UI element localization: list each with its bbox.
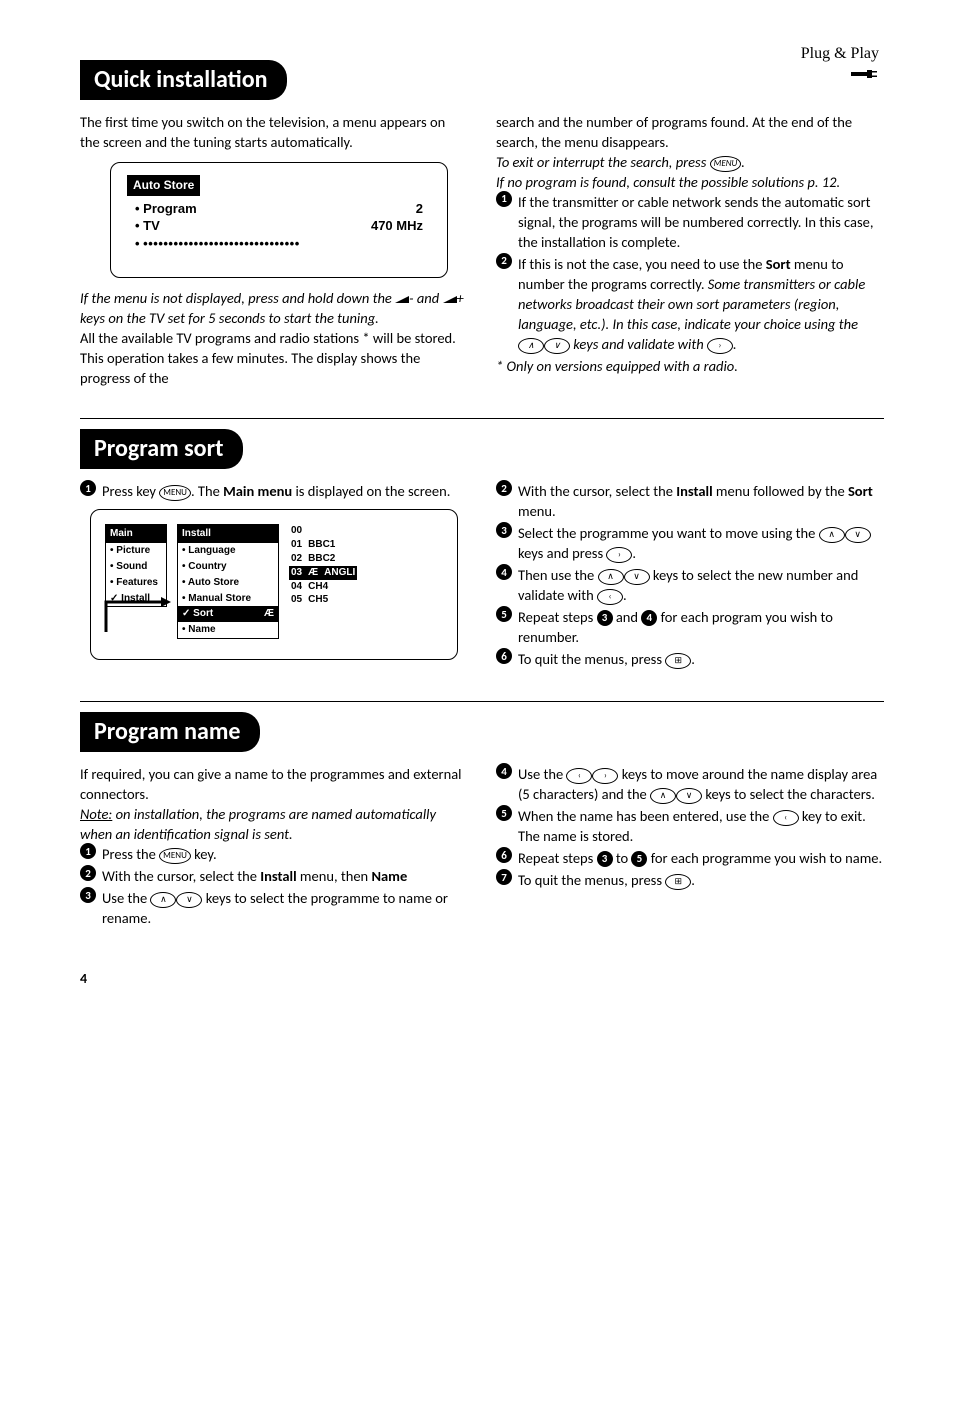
step-5-badge: 5 — [496, 606, 512, 622]
step-3-ref-badge: 3 — [597, 851, 613, 867]
pn-step-2: 2 With the cursor, select the Install me… — [80, 866, 468, 886]
step-2-badge: 2 — [496, 253, 512, 269]
qi-intro: The first time you switch on the televis… — [80, 112, 468, 152]
auto-store-progress-dots: • ••••••••••••••••••••••••••••••• — [135, 235, 423, 253]
auto-store-row-program: • Program 2 — [135, 200, 423, 218]
vol-plus-icon — [443, 296, 457, 303]
pn-step-7: 7 To quit the menus, press ⊞. — [496, 870, 884, 890]
down-key-icon: ∨ — [544, 338, 570, 354]
brand-text: Plug & Play — [801, 45, 879, 62]
down-key-icon: ∨ — [624, 569, 650, 585]
left-key-icon: ‹ — [773, 810, 799, 826]
qi-bullet-1: 1 If the transmitter or cable network se… — [496, 192, 884, 252]
step-5-ref-badge: 5 — [631, 851, 647, 867]
page-number: 4 — [80, 970, 884, 987]
program-sort-right-col: 2 With the cursor, select the Install me… — [496, 481, 884, 671]
qi-right-intro: search and the number of programs found.… — [496, 112, 884, 152]
program-sort-left-col: 1 Press key MENU. The Main menu is displ… — [80, 481, 468, 671]
auto-store-row-tv: • TV 470 MHz — [135, 217, 423, 235]
plug-icon — [851, 67, 879, 86]
pn-step-3: 3 Use the ∧∨ keys to select the programm… — [80, 888, 468, 928]
qi-bullet-2: 2 If this is not the case, you need to u… — [496, 254, 884, 354]
section-title-program-sort: Program sort — [80, 429, 243, 469]
right-key-icon: › — [592, 768, 618, 784]
step-4-badge: 4 — [496, 564, 512, 580]
brand-logo: Plug & Play — [801, 45, 879, 63]
step-1-badge: 1 — [496, 191, 512, 207]
qi-footnote: * Only on versions equipped with a radio… — [496, 356, 884, 376]
step-5-badge: 5 — [496, 805, 512, 821]
main-menu-panel: Main • Picture • Sound • Features ✓ Inst… — [105, 524, 167, 607]
up-key-icon: ∧ — [650, 788, 676, 804]
right-key-icon: › — [707, 338, 733, 354]
pn-note: Note: on installation, the programs are … — [80, 804, 468, 844]
step-4-badge: 4 — [496, 763, 512, 779]
menu-arrow-icon — [101, 597, 221, 637]
ps-step-4: 4 Then use the ∧∨ keys to select the new… — [496, 565, 884, 605]
program-name-right-col: 4 Use the ‹› keys to move around the nam… — [496, 764, 884, 930]
step-1-badge: 1 — [80, 480, 96, 496]
channel-list-panel: 00 01BBC1 02BBC2 03ÆANGLI 04CH4 05CH5 — [289, 524, 357, 607]
pn-step-5: 5 When the name has been entered, use th… — [496, 806, 884, 846]
left-key-icon: ‹ — [597, 589, 623, 605]
up-key-icon: ∧ — [598, 569, 624, 585]
down-key-icon: ∨ — [845, 527, 871, 543]
qi-left-note: If the menu is not displayed, press and … — [80, 288, 468, 328]
qi-right-italic-2: If no program is found, consult the poss… — [496, 172, 884, 192]
ps-step-1: 1 Press key MENU. The Main menu is displ… — [80, 481, 468, 501]
step-3-badge: 3 — [496, 522, 512, 538]
step-1-badge: 1 — [80, 843, 96, 859]
right-key-icon: › — [606, 547, 632, 563]
pn-step-4: 4 Use the ‹› keys to move around the nam… — [496, 764, 884, 804]
down-key-icon: ∨ — [676, 788, 702, 804]
pn-step-6: 6 Repeat steps 3 to 5 for each programme… — [496, 848, 884, 868]
pn-step-1: 1 Press the MENU key. — [80, 844, 468, 864]
ps-step-2: 2 With the cursor, select the Install me… — [496, 481, 884, 521]
step-4-ref-badge: 4 — [641, 610, 657, 626]
qi-left-after: All the available TV programs and radio … — [80, 328, 468, 388]
pn-intro: If required, you can give a name to the … — [80, 764, 468, 804]
menu-key-icon: MENU — [710, 156, 742, 172]
section-title-quick-installation: Quick installation — [80, 60, 287, 100]
quick-install-right-col: search and the number of programs found.… — [496, 112, 884, 388]
up-key-icon: ∧ — [518, 338, 544, 354]
ps-step-5: 5 Repeat steps 3 and 4 for each program … — [496, 607, 884, 647]
exit-key-icon: ⊞ — [665, 653, 691, 669]
exit-key-icon: ⊞ — [665, 874, 691, 890]
auto-store-screenshot: Auto Store • Program 2 • TV 470 MHz • ••… — [110, 162, 448, 278]
step-6-badge: 6 — [496, 648, 512, 664]
sort-menu-screenshot: Main • Picture • Sound • Features ✓ Inst… — [90, 509, 458, 660]
section-title-program-name: Program name — [80, 712, 260, 752]
ps-step-3: 3 Select the programme you want to move … — [496, 523, 884, 563]
menu-key-icon: MENU — [159, 848, 191, 864]
menu-key-icon: MENU — [159, 485, 191, 501]
down-key-icon: ∨ — [176, 892, 202, 908]
quick-install-left-col: The first time you switch on the televis… — [80, 112, 468, 388]
ps-step-6: 6 To quit the menus, press ⊞. — [496, 649, 884, 669]
left-key-icon: ‹ — [566, 768, 592, 784]
step-6-badge: 6 — [496, 847, 512, 863]
vol-minus-icon — [395, 296, 409, 303]
up-key-icon: ∧ — [819, 527, 845, 543]
up-key-icon: ∧ — [150, 892, 176, 908]
step-3-ref-badge: 3 — [597, 610, 613, 626]
step-2-badge: 2 — [496, 480, 512, 496]
auto-store-title: Auto Store — [127, 175, 200, 196]
qi-right-italic-1: To exit or interrupt the search, press M… — [496, 152, 884, 172]
program-name-left-col: If required, you can give a name to the … — [80, 764, 468, 930]
step-2-badge: 2 — [80, 865, 96, 881]
step-3-badge: 3 — [80, 887, 96, 903]
step-7-badge: 7 — [496, 869, 512, 885]
